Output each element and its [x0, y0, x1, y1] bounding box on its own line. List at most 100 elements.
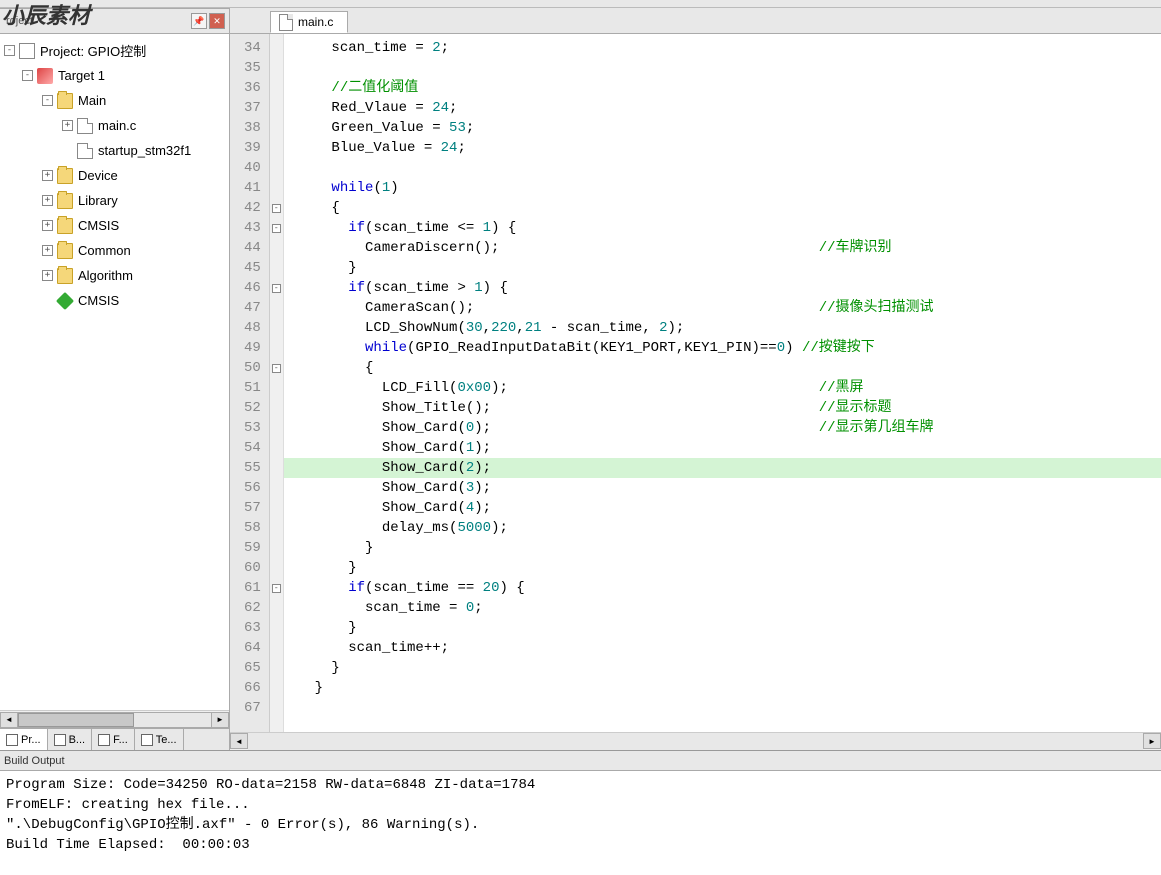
code-line[interactable]: CameraDiscern(); //车牌识别 — [298, 238, 1161, 258]
code-line[interactable]: scan_time = 2; — [298, 38, 1161, 58]
build-output-panel: Build Output Program Size: Code=34250 RO… — [0, 750, 1161, 875]
panel-tab-2[interactable]: F... — [92, 729, 135, 750]
tree-node-common[interactable]: +Common — [0, 238, 229, 263]
code-line[interactable]: Show_Title(); //显示标题 — [298, 398, 1161, 418]
code-line[interactable]: if(scan_time > 1) { — [298, 278, 1161, 298]
tree-label: CMSIS — [78, 293, 119, 308]
code-line[interactable]: //二值化阈值 — [298, 78, 1161, 98]
line-number: 61 — [244, 578, 261, 598]
expand-toggle[interactable]: - — [22, 70, 33, 81]
code-line[interactable] — [298, 58, 1161, 78]
code-line[interactable]: { — [298, 358, 1161, 378]
line-number: 34 — [244, 38, 261, 58]
scroll-left-arrow[interactable]: ◄ — [0, 712, 18, 728]
line-number: 41 — [244, 178, 261, 198]
code-line[interactable]: scan_time = 0; — [298, 598, 1161, 618]
code-line[interactable]: Show_Card(4); — [298, 498, 1161, 518]
tree-hscrollbar[interactable]: ◄ ► — [0, 710, 229, 728]
expand-toggle[interactable]: - — [4, 45, 15, 56]
code-line[interactable]: scan_time++; — [298, 638, 1161, 658]
code-line[interactable] — [298, 158, 1161, 178]
code-line[interactable]: } — [298, 658, 1161, 678]
tree-node-startup[interactable]: startup_stm32f1 — [0, 138, 229, 163]
fold-toggle[interactable]: - — [272, 204, 281, 213]
editor-scroll-right[interactable]: ► — [1143, 733, 1161, 749]
expand-toggle[interactable]: + — [62, 120, 73, 131]
tree-node-cmsis1[interactable]: +CMSIS — [0, 213, 229, 238]
editor-scroll-left[interactable]: ◄ — [230, 733, 248, 749]
code-line[interactable]: } — [298, 678, 1161, 698]
code-line[interactable]: LCD_Fill(0x00); //黑屏 — [298, 378, 1161, 398]
expand-toggle[interactable]: + — [42, 220, 53, 231]
code-line[interactable]: Show_Card(1); — [298, 438, 1161, 458]
editor-scroll-track[interactable] — [248, 733, 1143, 750]
scroll-right-arrow[interactable]: ► — [211, 712, 229, 728]
panel-tab-1[interactable]: B... — [48, 729, 93, 750]
fold-cell — [270, 658, 283, 678]
build-output-title: Build Output — [0, 751, 1161, 771]
fold-cell — [270, 158, 283, 178]
tree-node-device[interactable]: +Device — [0, 163, 229, 188]
line-number: 64 — [244, 638, 261, 658]
code-line[interactable]: Show_Card(3); — [298, 478, 1161, 498]
tree-node-target[interactable]: -Target 1 — [0, 63, 229, 88]
tree-node-cmsis2[interactable]: CMSIS — [0, 288, 229, 313]
expand-toggle[interactable]: + — [42, 245, 53, 256]
code-body[interactable]: scan_time = 2; //二值化阈值 Red_Vlaue = 24; G… — [284, 34, 1161, 732]
fold-toggle[interactable]: - — [272, 364, 281, 373]
code-line[interactable]: Show_Card(2); — [284, 458, 1161, 478]
cfile-icon — [77, 143, 93, 159]
fold-toggle[interactable]: - — [272, 284, 281, 293]
fold-column[interactable]: - - - - - — [270, 34, 284, 732]
code-line[interactable]: { — [298, 198, 1161, 218]
expand-toggle[interactable]: + — [42, 195, 53, 206]
editor-hscrollbar[interactable]: ◄ ► — [230, 732, 1161, 750]
code-line[interactable]: Red_Vlaue = 24; — [298, 98, 1161, 118]
code-line[interactable]: while(GPIO_ReadInputDataBit(KEY1_PORT,KE… — [298, 338, 1161, 358]
close-panel-button[interactable]: ✕ — [209, 13, 225, 29]
target-icon — [37, 68, 53, 84]
code-line[interactable]: delay_ms(5000); — [298, 518, 1161, 538]
line-number: 35 — [244, 58, 261, 78]
expand-toggle[interactable]: + — [42, 270, 53, 281]
tab-icon — [98, 734, 110, 746]
fold-toggle[interactable]: - — [272, 584, 281, 593]
code-line[interactable]: } — [298, 618, 1161, 638]
toolbar-fragment — [0, 0, 1161, 8]
code-line[interactable]: Green_Value = 53; — [298, 118, 1161, 138]
code-line[interactable]: while(1) — [298, 178, 1161, 198]
code-editor[interactable]: 3435363738394041424344454647484950515253… — [230, 34, 1161, 750]
panel-tab-0[interactable]: Pr... — [0, 729, 48, 750]
pin-button[interactable]: 📌 — [191, 13, 207, 29]
fold-cell — [270, 378, 283, 398]
scroll-thumb[interactable] — [18, 713, 134, 727]
tree-node-root[interactable]: -Project: GPIO控制 — [0, 38, 229, 63]
build-output-body[interactable]: Program Size: Code=34250 RO-data=2158 RW… — [0, 771, 1161, 875]
code-line[interactable]: } — [298, 558, 1161, 578]
expand-toggle[interactable]: - — [42, 95, 53, 106]
code-line[interactable]: CameraScan(); //摄像头扫描测试 — [298, 298, 1161, 318]
fold-toggle[interactable]: - — [272, 224, 281, 233]
code-line[interactable]: if(scan_time == 20) { — [298, 578, 1161, 598]
fold-cell — [270, 418, 283, 438]
file-tab-main-c[interactable]: main.c — [270, 11, 348, 33]
tree-node-main_c[interactable]: +main.c — [0, 113, 229, 138]
code-line[interactable]: } — [298, 538, 1161, 558]
code-line[interactable]: LCD_ShowNum(30,220,21 - scan_time, 2); — [298, 318, 1161, 338]
code-line[interactable]: Blue_Value = 24; — [298, 138, 1161, 158]
code-line[interactable]: Show_Card(0); //显示第几组车牌 — [298, 418, 1161, 438]
code-line[interactable] — [298, 698, 1161, 718]
editor-tab-bar: main.c — [230, 8, 1161, 34]
expand-toggle[interactable]: + — [42, 170, 53, 181]
scroll-track[interactable] — [18, 712, 211, 728]
tree-node-main_folder[interactable]: -Main — [0, 88, 229, 113]
code-line[interactable]: if(scan_time <= 1) { — [298, 218, 1161, 238]
fold-cell — [270, 138, 283, 158]
code-line[interactable]: } — [298, 258, 1161, 278]
fold-cell — [270, 558, 283, 578]
tree-node-algorithm[interactable]: +Algorithm — [0, 263, 229, 288]
line-number: 63 — [244, 618, 261, 638]
panel-tab-3[interactable]: Te... — [135, 729, 184, 750]
tree-node-library[interactable]: +Library — [0, 188, 229, 213]
project-tree[interactable]: -Project: GPIO控制-Target 1-Main+main.csta… — [0, 34, 229, 710]
